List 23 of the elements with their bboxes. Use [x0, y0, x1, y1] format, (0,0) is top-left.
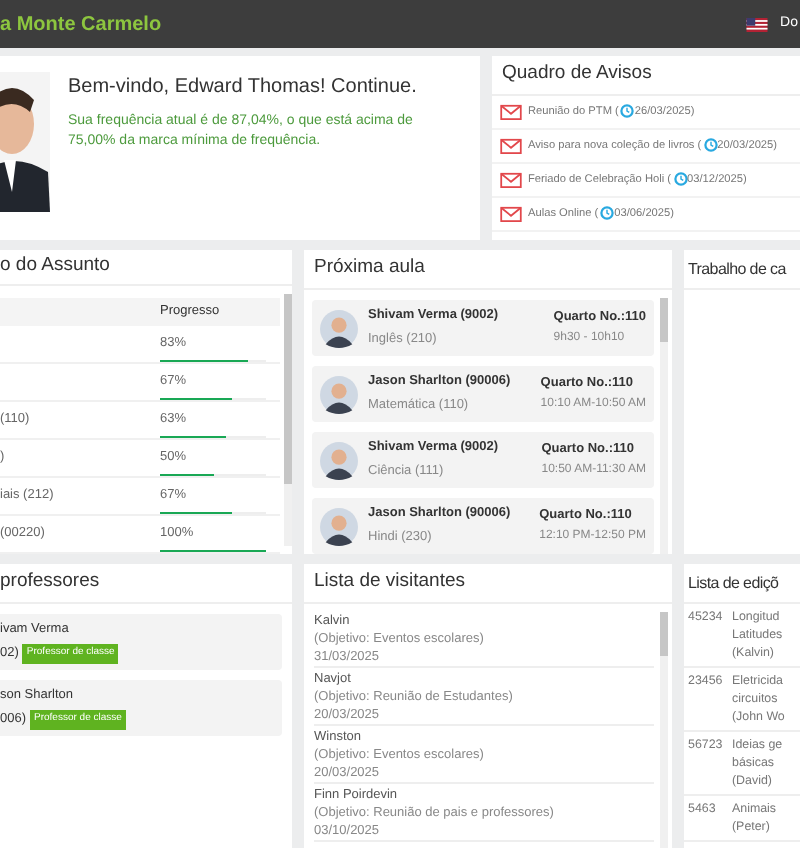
- card-title: professores: [0, 564, 292, 604]
- avatar-icon: [320, 309, 358, 347]
- clock-icon: [600, 206, 615, 221]
- avatar-icon: [320, 375, 358, 413]
- card-title: o do Assunto: [0, 250, 292, 286]
- card-title: Lista de ediçõ: [684, 564, 800, 604]
- scrollbar[interactable]: [284, 294, 292, 546]
- card-title: Quadro de Avisos: [492, 56, 800, 96]
- avatar-icon: [320, 507, 358, 545]
- school-name: a Monte Carmelo: [0, 11, 162, 39]
- clock-icon: [673, 172, 688, 187]
- mail-icon: [500, 104, 522, 120]
- mail-icon: [500, 138, 522, 154]
- clock-icon: [703, 138, 718, 153]
- clock-icon: [620, 104, 635, 119]
- avatar-icon: [320, 441, 358, 479]
- mail-icon: [500, 172, 522, 188]
- welcome-heading: Bem-vindo, Edward Thomas! Continue.: [68, 74, 419, 102]
- flag-icon: [746, 17, 769, 31]
- card-title: Próxima aula: [304, 250, 672, 290]
- card-title: Trabalho de ca: [684, 250, 800, 290]
- card-title: Lista de visitantes: [304, 564, 672, 604]
- mail-icon: [500, 206, 522, 222]
